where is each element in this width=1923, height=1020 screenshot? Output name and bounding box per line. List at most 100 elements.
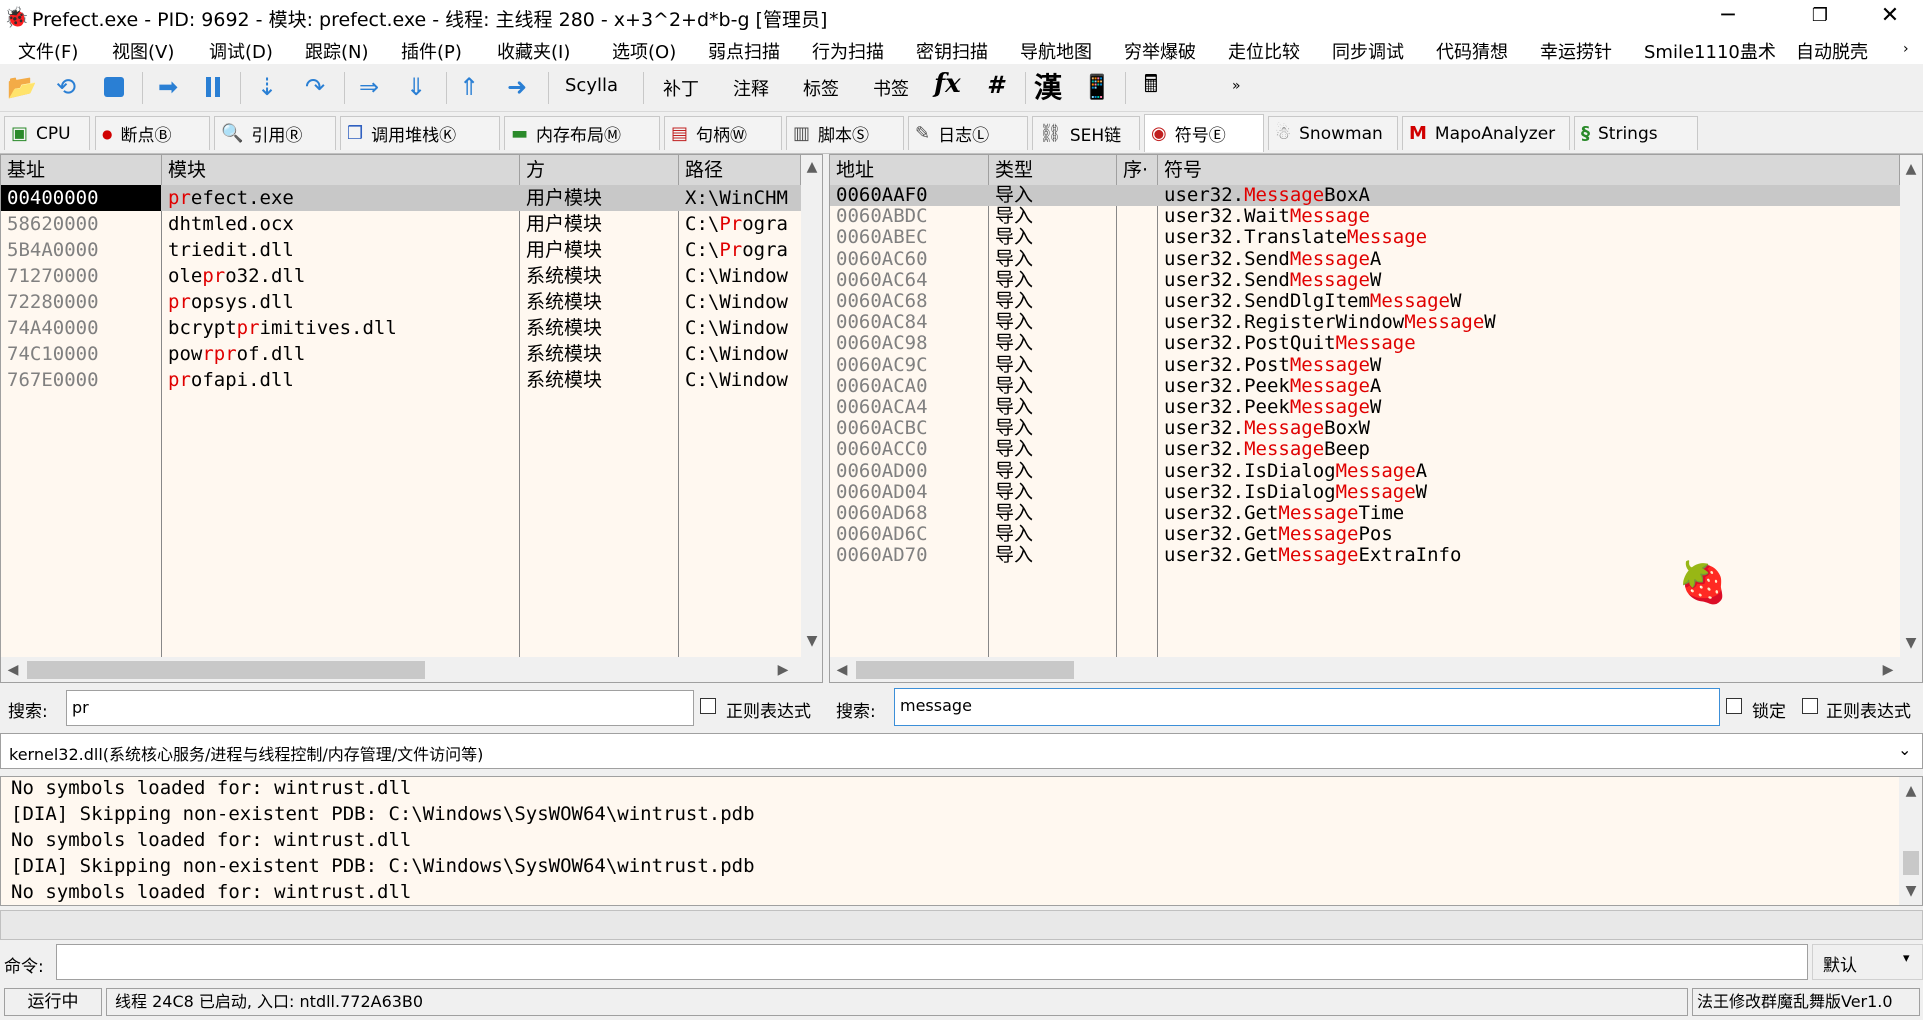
scroll-down-icon[interactable]: ▼ bbox=[1901, 635, 1921, 651]
module-row[interactable]: 5B4A0000 triedit.dll 用户模块 C:\Progra bbox=[1, 237, 801, 263]
scroll-down-icon[interactable]: ▼ bbox=[1901, 883, 1921, 899]
calculator-icon[interactable]: 🖩 bbox=[1134, 70, 1168, 104]
patch-button[interactable]: 补丁 bbox=[663, 75, 699, 101]
tab-handles[interactable]: ▤ 句柄Ⓦ bbox=[664, 116, 782, 150]
symbol-row[interactable]: 0060AD68 导入 user32.GetMessageTime bbox=[830, 503, 1900, 524]
menu-behavior-scan[interactable]: 行为扫描 bbox=[812, 38, 884, 64]
symbol-row[interactable]: 0060AC60 导入 user32.SendMessageA bbox=[830, 249, 1900, 270]
chevron-down-icon[interactable]: ▾ bbox=[1903, 951, 1910, 966]
column-header-party[interactable]: 方 bbox=[520, 155, 679, 185]
minimize-button[interactable]: ─ bbox=[1698, 0, 1758, 34]
symbol-row[interactable]: 0060AC64 导入 user32.SendMessageW bbox=[830, 270, 1900, 291]
menu-auto-unpack[interactable]: 自动脱壳 bbox=[1796, 38, 1868, 64]
open-folder-icon[interactable]: 📂 bbox=[5, 70, 39, 104]
menu-trace-compare[interactable]: 走位比较 bbox=[1228, 38, 1300, 64]
tab-symbols[interactable]: ◉ 符号Ⓔ bbox=[1144, 114, 1264, 152]
symbol-row[interactable]: 0060AC68 导入 user32.SendDlgItemMessageW bbox=[830, 291, 1900, 312]
module-search-input[interactable]: pr bbox=[66, 690, 694, 726]
scroll-right-icon[interactable]: ▶ bbox=[1878, 662, 1898, 678]
execute-till-user-icon[interactable]: ➜ bbox=[500, 70, 534, 104]
scroll-thumb[interactable] bbox=[856, 661, 1074, 679]
module-row[interactable]: 767E0000 profapi.dll 系统模块 C:\Window bbox=[1, 367, 801, 393]
menu-favorites[interactable]: 收藏夹(I) bbox=[497, 38, 570, 64]
menu-options[interactable]: 选项(O) bbox=[612, 38, 676, 64]
run-icon[interactable]: ➡ bbox=[151, 70, 185, 104]
module-row[interactable]: 72280000 propsys.dll 系统模块 C:\Window bbox=[1, 289, 801, 315]
symbol-row[interactable]: 0060ABEC 导入 user32.TranslateMessage bbox=[830, 227, 1900, 248]
tab-script[interactable]: ▥ 脚本Ⓢ bbox=[786, 116, 904, 150]
symbol-row[interactable]: 0060ABDC 导入 user32.WaitMessage bbox=[830, 206, 1900, 227]
close-button[interactable]: ✕ bbox=[1860, 0, 1920, 34]
tab-log[interactable]: ✎ 日志Ⓛ bbox=[908, 116, 1028, 150]
log-vertical-scrollbar[interactable]: ▲ ▼ bbox=[1899, 777, 1922, 905]
scroll-up-icon[interactable]: ▲ bbox=[1901, 161, 1921, 177]
column-header-type[interactable]: 类型 bbox=[989, 155, 1117, 185]
scroll-right-icon[interactable]: ▶ bbox=[773, 662, 793, 678]
scroll-left-icon[interactable]: ◀ bbox=[832, 662, 852, 678]
symbol-row[interactable]: 0060AD6C 导入 user32.GetMessagePos bbox=[830, 524, 1900, 545]
column-header-path[interactable]: 路径 bbox=[679, 155, 801, 185]
symbol-row[interactable]: 0060ACA0 导入 user32.PeekMessageA bbox=[830, 376, 1900, 397]
menu-vuln-scan[interactable]: 弱点扫描 bbox=[708, 38, 780, 64]
module-regex-checkbox[interactable] bbox=[700, 698, 716, 714]
module-description-combo[interactable]: kernel32.dll(系统核心服务/进程与线程控制/内存管理/文件访问等) … bbox=[0, 733, 1923, 769]
scroll-left-icon[interactable]: ◀ bbox=[3, 662, 23, 678]
menu-code-guess[interactable]: 代码猜想 bbox=[1436, 38, 1508, 64]
restart-icon[interactable]: ⟲ bbox=[49, 70, 83, 104]
symbol-row[interactable]: 0060AC98 导入 user32.PostQuitMessage bbox=[830, 333, 1900, 354]
column-header-ordinal[interactable]: 序· bbox=[1117, 155, 1158, 185]
tab-cpu[interactable]: ▣ CPU bbox=[4, 116, 90, 150]
scroll-down-icon[interactable]: ▼ bbox=[802, 633, 822, 649]
trace-over-icon[interactable]: ⇓ bbox=[399, 70, 433, 104]
symbol-horizontal-scrollbar[interactable]: ◀ ▶ bbox=[830, 657, 1922, 682]
column-header-symbol[interactable]: 符号 bbox=[1158, 155, 1900, 185]
module-row[interactable]: 74A40000 bcryptprimitives.dll 系统模块 C:\Windo… bbox=[1, 315, 801, 341]
tab-memory-map[interactable]: ▬ 内存布局Ⓜ bbox=[504, 116, 660, 150]
scylla-button[interactable]: Scylla bbox=[565, 75, 618, 96]
menu-brute-force[interactable]: 穷举爆破 bbox=[1124, 38, 1196, 64]
column-header-module[interactable]: 模块 bbox=[162, 155, 520, 185]
tab-snowman[interactable]: ☃ Snowman bbox=[1268, 116, 1398, 150]
column-header-address[interactable]: 地址 bbox=[830, 155, 989, 185]
chevron-down-icon[interactable]: ⌄ bbox=[1898, 740, 1911, 759]
scroll-up-icon[interactable]: ▲ bbox=[1901, 783, 1921, 799]
maximize-button[interactable]: ❐ bbox=[1790, 0, 1850, 34]
stop-icon[interactable] bbox=[97, 70, 131, 104]
symbol-row[interactable]: 0060AAF0 导入 user32.MessageBoxA bbox=[830, 185, 1900, 206]
menu-nav-map[interactable]: 导航地图 bbox=[1020, 38, 1092, 64]
execute-till-return-icon[interactable]: ⇑ bbox=[452, 70, 486, 104]
pause-icon[interactable] bbox=[196, 70, 230, 104]
chinese-button[interactable]: 漢 bbox=[1034, 66, 1062, 106]
tab-breakpoints[interactable]: ● 断点Ⓑ bbox=[95, 116, 210, 150]
symbol-row[interactable]: 0060ACA4 导入 user32.PeekMessageW bbox=[830, 397, 1900, 418]
toolbar-overflow-button[interactable]: » bbox=[1232, 78, 1241, 94]
module-row[interactable]: 74C10000 powrprof.dll 系统模块 C:\Window bbox=[1, 341, 801, 367]
symbol-row[interactable]: 0060ACC0 导入 user32.MessageBeep bbox=[830, 439, 1900, 460]
menu-debug[interactable]: 调试(D) bbox=[209, 38, 273, 64]
symbol-vertical-scrollbar[interactable]: ▲ ▼ bbox=[1900, 155, 1922, 657]
comment-button[interactable]: 注释 bbox=[733, 75, 769, 101]
tab-strings[interactable]: § Strings bbox=[1574, 116, 1698, 150]
module-vertical-scrollbar[interactable]: ▲ ▼ bbox=[801, 155, 822, 657]
menu-view[interactable]: 视图(V) bbox=[112, 38, 174, 64]
bookmark-button[interactable]: 书签 bbox=[873, 75, 909, 101]
symbol-row[interactable]: 0060ACBC 导入 user32.MessageBoxW bbox=[830, 418, 1900, 439]
tab-seh-chain[interactable]: ⛓ SEH链 bbox=[1032, 116, 1140, 150]
scroll-up-icon[interactable]: ▲ bbox=[802, 159, 822, 175]
hash-button[interactable]: # bbox=[987, 71, 1004, 99]
tab-mapo-analyzer[interactable]: M MapoAnalyzer bbox=[1402, 116, 1570, 150]
symbol-row[interactable]: 0060AD70 导入 user32.GetMessageExtraInfo bbox=[830, 545, 1900, 566]
lock-checkbox[interactable] bbox=[1726, 698, 1742, 714]
tab-call-stack[interactable]: ❒ 调用堆栈Ⓚ bbox=[340, 116, 500, 150]
symbol-row[interactable]: 0060AC9C 导入 user32.PostMessageW bbox=[830, 355, 1900, 376]
step-over-icon[interactable]: ↷ bbox=[298, 70, 332, 104]
menu-sync-debug[interactable]: 同步调试 bbox=[1332, 38, 1404, 64]
module-row[interactable]: 58620000 dhtmled.ocx 用户模块 C:\Progra bbox=[1, 211, 801, 237]
column-header-base[interactable]: 基址 bbox=[1, 155, 162, 185]
chevron-right-icon[interactable]: › bbox=[1903, 41, 1909, 57]
trace-into-icon[interactable]: ⇒ bbox=[352, 70, 386, 104]
function-button[interactable]: fx bbox=[934, 69, 961, 99]
step-into-icon[interactable]: ⇣ bbox=[250, 70, 284, 104]
module-row[interactable]: 71270000 olepro32.dll 系统模块 C:\Window bbox=[1, 263, 801, 289]
scroll-thumb[interactable] bbox=[27, 661, 425, 679]
